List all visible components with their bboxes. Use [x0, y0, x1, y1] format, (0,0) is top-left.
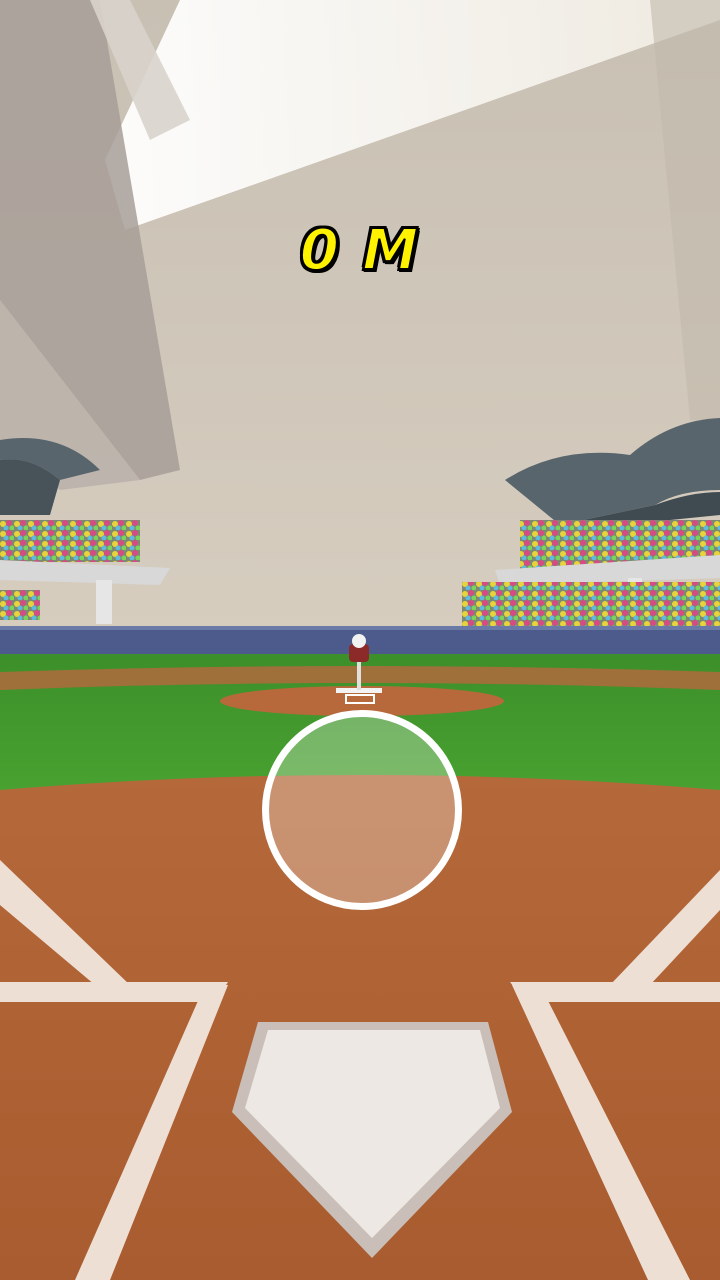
distance-unit: M: [361, 217, 421, 284]
stadium-view: [0, 0, 720, 1280]
distance-value: 0: [299, 217, 341, 284]
distance-counter: 0 M: [0, 217, 720, 284]
game-scene[interactable]: 0 M: [0, 0, 720, 1280]
aim-ring[interactable]: [262, 710, 462, 910]
